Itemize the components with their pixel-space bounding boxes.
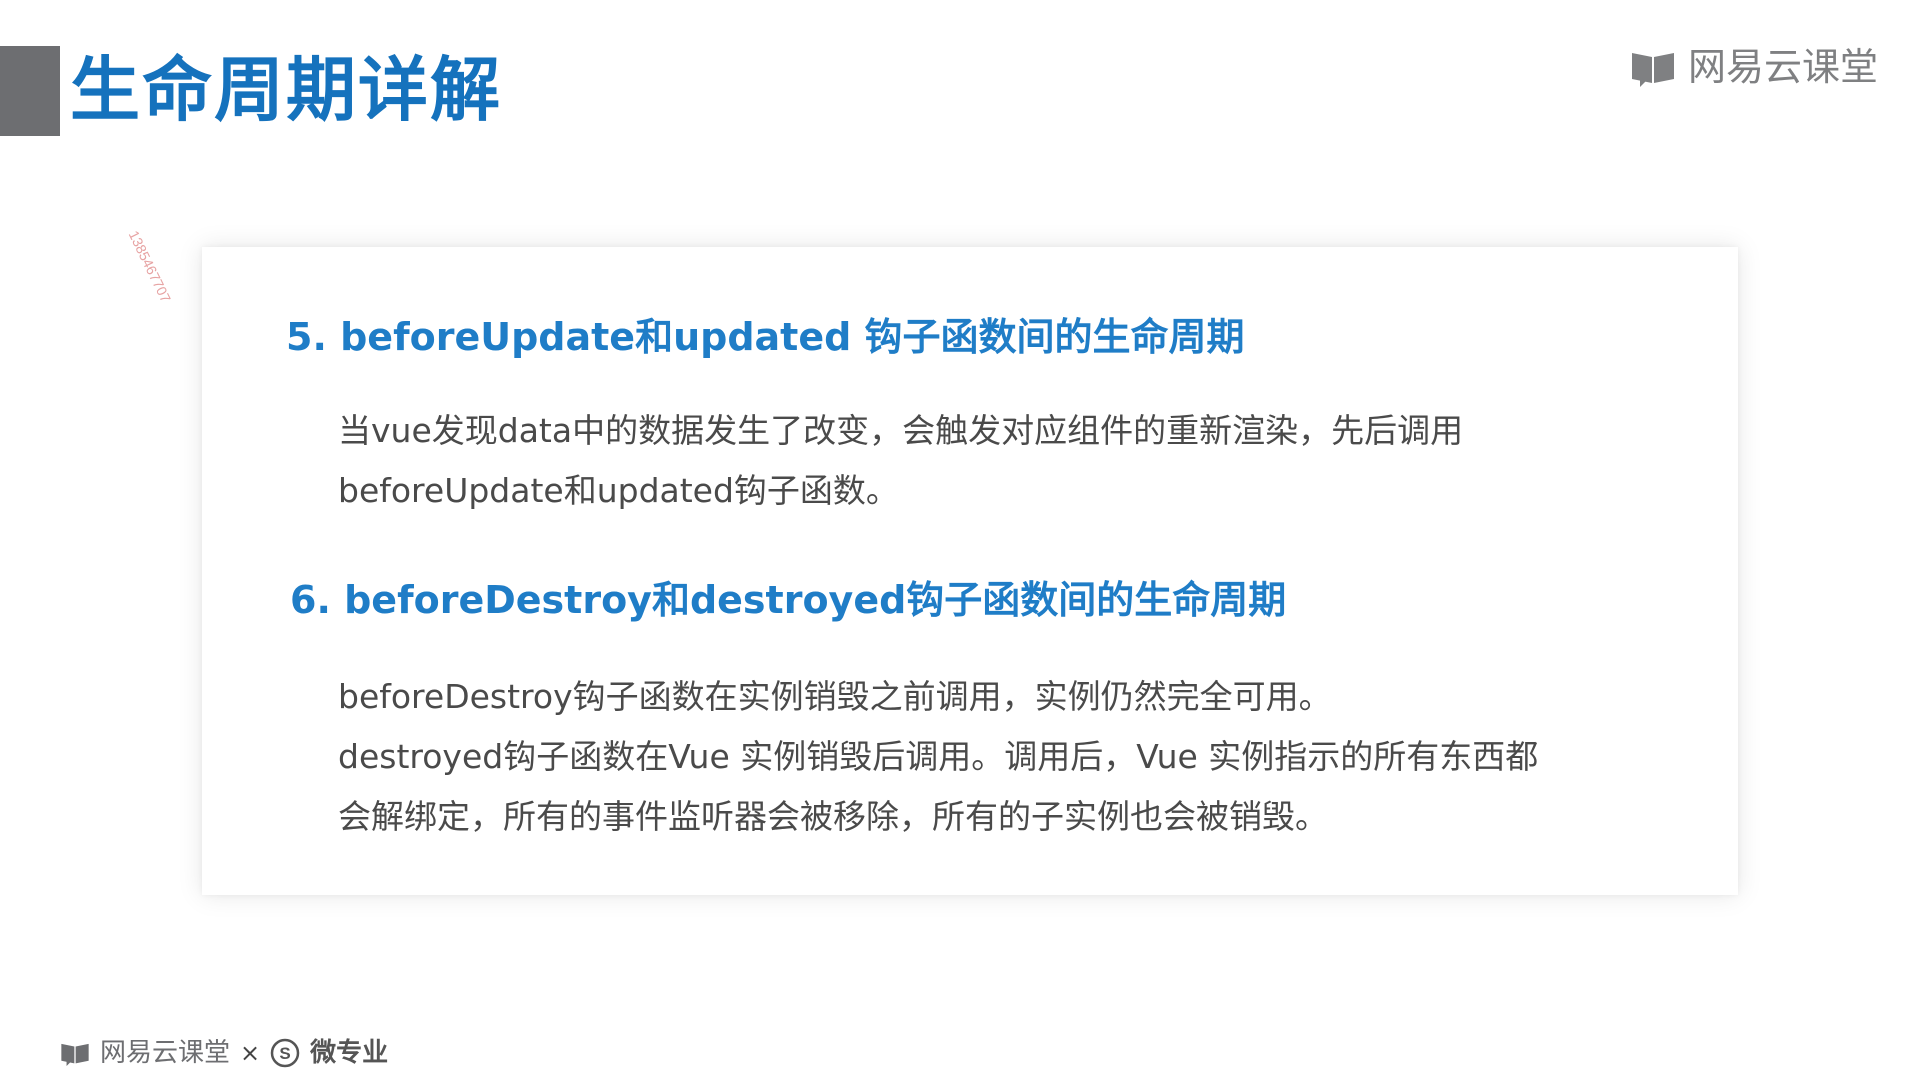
book-icon <box>1631 53 1674 87</box>
content-card: 5. beforeUpdate和updated 钩子函数间的生命周期 当vue发… <box>202 247 1738 895</box>
svg-text:S: S <box>279 1044 290 1063</box>
section-6-line-2: destroyed钩子函数在Vue 实例销毁后调用。调用后，Vue 实例指示的所… <box>338 737 1539 776</box>
watermark: 1385467707 <box>125 228 175 306</box>
section-5-heading: 5. beforeUpdate和updated 钩子函数间的生命周期 <box>286 315 1245 359</box>
footer-brand-name: 网易云课堂 <box>100 1038 231 1068</box>
section-6-line-1: beforeDestroy钩子函数在实例销毁之前调用，实例仍然完全可用。 <box>338 677 1332 716</box>
section-5-line-1: 当vue发现data中的数据发生了改变，会触发对应组件的重新渲染，先后调用 <box>338 411 1464 450</box>
book-icon <box>61 1043 89 1066</box>
section-5-line-2: beforeUpdate和updated钩子函数。 <box>338 471 899 510</box>
section-6-heading: 6. beforeDestroy和destroyed钩子函数间的生命周期 <box>290 578 1287 622</box>
footer-separator: × <box>240 1039 261 1067</box>
slide: 生命周期详解 网易云课堂 1385467707 5. beforeUpdate和… <box>0 0 1920 1080</box>
section-6-line-3: 会解绑定，所有的事件监听器会被移除，所有的子实例也会被销毁。 <box>338 797 1328 836</box>
section-5-body: 当vue发现data中的数据发生了改变，会触发对应组件的重新渲染，先后调用 be… <box>338 401 1463 521</box>
brand-name: 网易云课堂 <box>1687 45 1878 89</box>
footer-program-name: 微专业 <box>310 1038 389 1068</box>
section-6-body: beforeDestroy钩子函数在实例销毁之前调用，实例仍然完全可用。 des… <box>338 667 1538 847</box>
brand-logo: 网易云课堂 <box>1630 44 1878 90</box>
footer-brand: 网易云课堂 × S 微专业 <box>60 1036 388 1070</box>
page-title: 生命周期详解 <box>70 49 502 131</box>
title-accent-bar <box>0 46 60 136</box>
s-circle-icon: S <box>270 1038 300 1068</box>
